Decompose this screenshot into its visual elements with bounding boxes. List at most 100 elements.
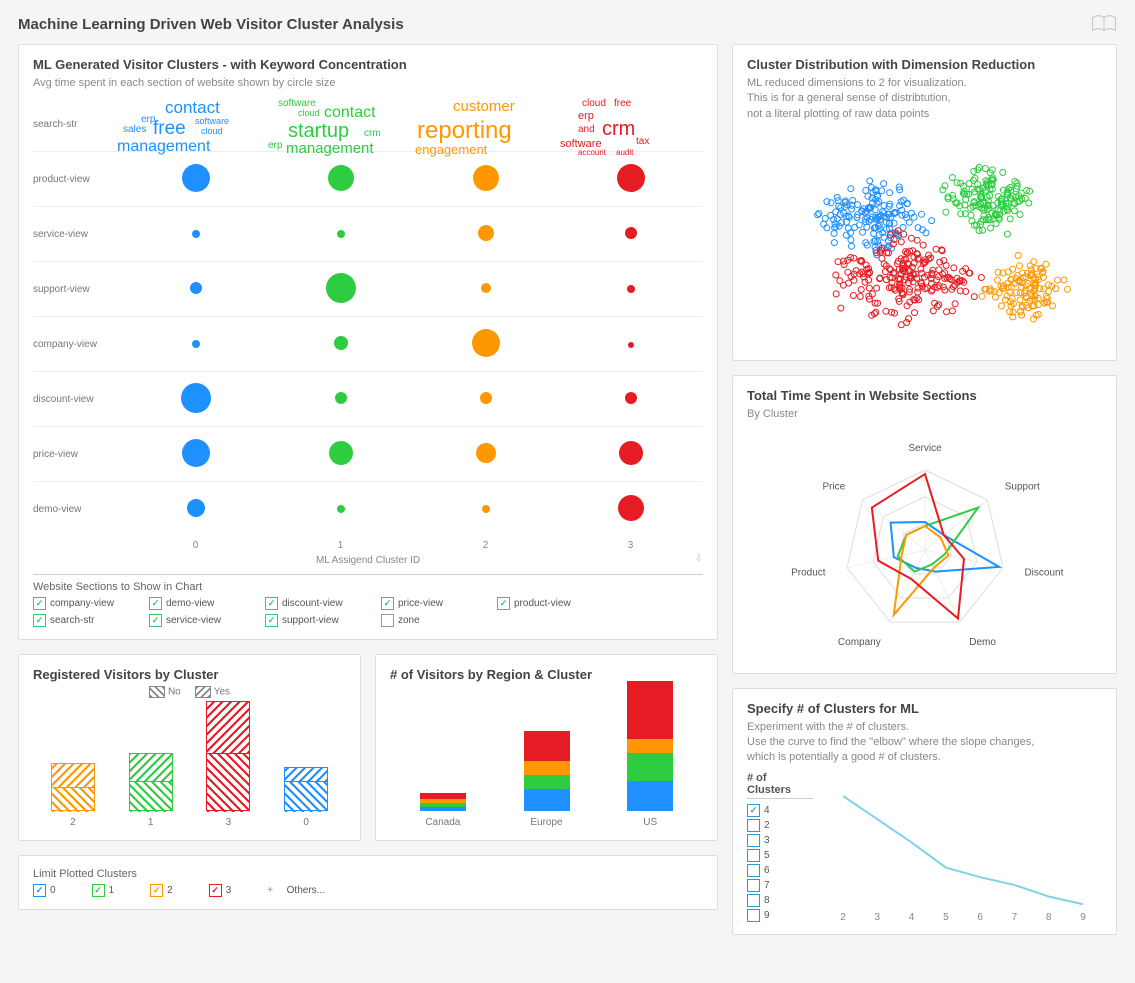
radar-sub: By Cluster xyxy=(747,407,1102,422)
svg-text:4: 4 xyxy=(909,912,915,922)
bubble-point xyxy=(182,164,210,192)
section-checkbox[interactable]: ✓demo-view xyxy=(149,597,265,610)
wordcloud-word: erp xyxy=(578,111,594,122)
bubble-point xyxy=(326,273,356,303)
bubble-point xyxy=(335,392,347,404)
book-icon xyxy=(1091,14,1117,34)
bubble-row-label: support-view xyxy=(33,284,123,295)
scatter-title: Cluster Distribution with Dimension Redu… xyxy=(747,57,1102,72)
section-checkbox[interactable]: ✓service-view xyxy=(149,614,265,627)
bubble-point xyxy=(476,443,496,463)
bubble-point xyxy=(482,505,490,513)
section-checkbox[interactable]: ✓search-str xyxy=(33,614,149,627)
page-title-text: Machine Learning Driven Web Visitor Clus… xyxy=(18,16,404,33)
region-title: # of Visitors by Region & Cluster xyxy=(390,667,703,682)
limit-checkbox[interactable]: ✓1 xyxy=(92,884,115,897)
section-checkbox[interactable]: ✓price-view xyxy=(381,597,497,610)
page-title: Machine Learning Driven Web Visitor Clus… xyxy=(18,14,1117,34)
svg-text:Product: Product xyxy=(791,567,826,578)
wordcloud-word: cloud xyxy=(298,109,320,118)
svg-text:3: 3 xyxy=(875,912,881,922)
bubble-subtitle: Avg time spent in each section of websit… xyxy=(33,76,703,91)
bubble-point xyxy=(617,164,645,192)
wordcloud-word: software xyxy=(195,117,229,126)
bubble-row-label: demo-view xyxy=(33,504,123,515)
limit-panel: Limit Plotted Clusters ✓0 ✓1 ✓2 ✓3 + Others.… xyxy=(18,855,718,910)
bubble-point xyxy=(481,283,491,293)
svg-text:6: 6 xyxy=(978,912,984,922)
section-checkbox[interactable]: ✓discount-view xyxy=(265,597,381,610)
cluster-count-option[interactable]: 9 xyxy=(747,909,813,922)
bubble-xlabel: ML Assigend Cluster ID ⇩ xyxy=(33,555,703,566)
cluster-count-option[interactable]: ✓4 xyxy=(747,804,813,817)
wordcloud-word: crm xyxy=(602,119,635,139)
bubble-point xyxy=(190,282,202,294)
cluster-count-option[interactable]: 6 xyxy=(747,864,813,877)
bubble-point xyxy=(187,499,205,517)
wordcloud-word: sales xyxy=(123,125,146,135)
wordcloud-word: cloud xyxy=(582,99,606,109)
wordcloud-word: account xyxy=(578,149,606,157)
svg-text:7: 7 xyxy=(1012,912,1018,922)
wordcloud-row: contacterpsalesfreesoftwarecloudmanageme… xyxy=(123,97,703,161)
region-chart: CanadaEuropeUS xyxy=(390,698,703,828)
cluster-count-option[interactable]: 7 xyxy=(747,879,813,892)
row-label-search: search-str xyxy=(33,119,123,130)
wordcloud-word: contact xyxy=(165,99,220,116)
svg-text:2: 2 xyxy=(841,912,847,922)
radar-panel: Total Time Spent in Website Sections By … xyxy=(732,375,1117,673)
wordcloud-word: and xyxy=(578,125,595,135)
limit-title: Limit Plotted Clusters xyxy=(33,868,703,880)
section-checkbox[interactable]: ✓support-view xyxy=(265,614,381,627)
wordcloud-word: management xyxy=(286,141,374,156)
bubble-panel: ML Generated Visitor Clusters - with Key… xyxy=(18,44,718,640)
elbow-panel: Specify # of Clusters for ML Experiment … xyxy=(732,688,1117,935)
axis-tick: 3 xyxy=(558,540,703,551)
bubble-point xyxy=(625,227,637,239)
bubble-point xyxy=(192,230,200,238)
elbow-title: Specify # of Clusters for ML xyxy=(747,701,1102,716)
cluster-count-option[interactable]: 8 xyxy=(747,894,813,907)
svg-text:Demo: Demo xyxy=(969,636,996,647)
bubble-row-label: company-view xyxy=(33,339,123,350)
region-panel: # of Visitors by Region & Cluster Canada… xyxy=(375,654,718,841)
axis-tick: 0 xyxy=(123,540,268,551)
bubble-point xyxy=(480,392,492,404)
bubble-row-label: price-view xyxy=(33,449,123,460)
wordcloud-word: cloud xyxy=(201,127,223,136)
section-checkbox[interactable]: zone xyxy=(381,614,497,627)
section-checkbox[interactable]: ✓company-view xyxy=(33,597,149,610)
bubble-point xyxy=(192,340,200,348)
axis-tick: 2 xyxy=(413,540,558,551)
wordcloud-word: startup xyxy=(288,121,349,141)
bubble-row-label: product-view xyxy=(33,174,123,185)
wordcloud-word: customer xyxy=(453,99,515,114)
radar-title: Total Time Spent in Website Sections xyxy=(747,388,1102,403)
elbow-sub: Experiment with the # of clusters. Use t… xyxy=(747,720,1102,766)
svg-text:5: 5 xyxy=(943,912,949,922)
bubble-point xyxy=(625,392,637,404)
download-icon[interactable]: ⇩ xyxy=(695,553,703,564)
cluster-count-option[interactable]: 3 xyxy=(747,834,813,847)
registered-title: Registered Visitors by Cluster xyxy=(33,667,346,682)
wordcloud-word: engagement xyxy=(415,143,487,156)
wordcloud-word: crm xyxy=(364,129,381,139)
limit-others[interactable]: + Others... xyxy=(267,885,325,896)
cluster-count-option[interactable]: 5 xyxy=(747,849,813,862)
elbow-list-head: # of Clusters xyxy=(747,772,813,799)
cluster-count-option[interactable]: 2 xyxy=(747,819,813,832)
scatter-chart xyxy=(755,128,1095,348)
bubble-point xyxy=(328,165,354,191)
bubble-point xyxy=(478,225,494,241)
bubble-point xyxy=(619,441,643,465)
limit-checkbox[interactable]: ✓3 xyxy=(209,884,232,897)
scatter-panel: Cluster Distribution with Dimension Redu… xyxy=(732,44,1117,361)
limit-checkbox[interactable]: ✓0 xyxy=(33,884,56,897)
svg-text:Company: Company xyxy=(837,636,880,647)
section-checkbox[interactable]: ✓product-view xyxy=(497,597,613,610)
registered-panel: Registered Visitors by Cluster No Yes 21… xyxy=(18,654,361,841)
bubble-point xyxy=(472,329,500,357)
limit-checkbox[interactable]: ✓2 xyxy=(150,884,173,897)
wordcloud-word: tax xyxy=(636,137,649,147)
wordcloud-word: free xyxy=(614,99,631,109)
